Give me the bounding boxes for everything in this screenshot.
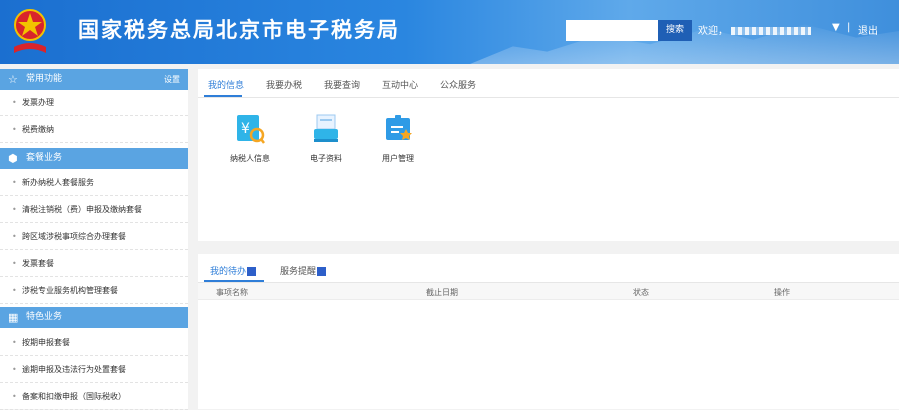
sidebar-section-label: 套餐业务 <box>26 153 63 163</box>
todo-panel: 我的待办 服务提醒 事项名称 截止日期 状态 操作 <box>198 254 899 409</box>
sidebar-item-label: 发票办理 <box>22 98 54 107</box>
sidebar-section-label: 特色业务 <box>26 312 63 322</box>
tab-tax-handling[interactable]: 我要办税 <box>266 78 302 91</box>
sidebar-section-featured[interactable]: ▦ 特色业务 <box>0 307 188 328</box>
search-input[interactable] <box>566 20 658 41</box>
tab-label: 服务提醒 <box>280 267 317 277</box>
app-taxpayer-info[interactable]: ¥ 纳税人信息 <box>220 113 280 183</box>
sidebar-item[interactable]: • 备案和扣缴申报（国际税收） <box>0 384 188 410</box>
tab-query[interactable]: 我要查询 <box>324 78 360 91</box>
count-badge <box>247 267 257 276</box>
grid-icon: ▦ <box>8 311 19 324</box>
sidebar-section-label: 常用功能 <box>26 74 63 84</box>
cube-icon: ⬢ <box>8 152 18 165</box>
tab-public-service[interactable]: 公众服务 <box>440 78 476 91</box>
app-electronic-docs[interactable]: 电子资料 <box>296 113 356 183</box>
column-header: 事项名称 <box>216 288 248 297</box>
main-tabs: 我的信息 我要办税 我要查询 互动中心 公众服务 <box>198 69 899 98</box>
sidebar-item[interactable]: • 涉税专业服务机构管理套餐 <box>0 278 188 304</box>
table-header: 事项名称 截止日期 状态 操作 <box>198 283 899 300</box>
search-button[interactable]: 搜索 <box>658 20 692 41</box>
active-tab-indicator <box>204 95 242 97</box>
bullet-icon: • <box>12 232 17 241</box>
user-management-icon <box>386 115 412 140</box>
sidebar-item-label: 备案和扣缴申报（国际税收） <box>22 392 126 401</box>
sidebar-item-label: 涉税专业服务机构管理套餐 <box>22 286 118 295</box>
app-label: 电子资料 <box>310 154 342 163</box>
sidebar-item[interactable]: • 发票套餐 <box>0 251 188 277</box>
sidebar-item[interactable]: • 跨区域涉税事项综合办理套餐 <box>0 224 188 250</box>
sidebar-section-common[interactable]: ☆ 常用功能 设置 <box>0 69 188 90</box>
sidebar-item[interactable]: • 清税注销税（费）申报及缴纳套餐 <box>0 197 188 223</box>
bullet-icon: • <box>12 125 17 134</box>
app-label: 用户管理 <box>382 154 414 163</box>
sidebar-section-packages[interactable]: ⬢ 套餐业务 <box>0 148 188 169</box>
column-header: 截止日期 <box>426 288 458 297</box>
sidebar-item-label: 发票套餐 <box>22 259 54 268</box>
sidebar-item-label: 按期申报套餐 <box>22 338 70 347</box>
tab-service-reminder[interactable]: 服务提醒 <box>280 264 327 277</box>
sidebar-item[interactable]: • 按期申报套餐 <box>0 330 188 356</box>
column-header: 状态 <box>633 288 649 297</box>
user-menu-dropdown[interactable]: ▼ <box>832 22 840 33</box>
sidebar-item[interactable]: • 逾期申报及违法行为处置套餐 <box>0 357 188 383</box>
taxpayer-info-icon: ¥ <box>237 115 265 144</box>
bullet-icon: • <box>12 98 17 107</box>
app-user-management[interactable]: 用户管理 <box>368 113 428 183</box>
site-header: 国家税务总局北京市电子税务局 搜索 欢迎， ▼ | 退出 <box>0 0 899 64</box>
sidebar-item[interactable]: • 新办纳税人套餐服务 <box>0 170 188 196</box>
sidebar-item[interactable]: • 发票办理 <box>0 90 188 116</box>
bullet-icon: • <box>12 338 17 347</box>
welcome-message: 欢迎， <box>698 22 811 37</box>
tab-label: 我的待办 <box>210 267 247 277</box>
tab-my-info[interactable]: 我的信息 <box>208 78 244 91</box>
tab-interaction-center[interactable]: 互动中心 <box>382 78 418 91</box>
sidebar: ☆ 常用功能 设置 • 发票办理 • 税费缴纳 ⬢ 套餐业务 • 新办纳税人套餐… <box>0 69 188 410</box>
sidebar-item-label: 逾期申报及违法行为处置套餐 <box>22 365 126 374</box>
bullet-icon: • <box>12 259 17 268</box>
logout-link[interactable]: 退出 <box>858 22 878 37</box>
sidebar-item-label: 新办纳税人套餐服务 <box>22 178 94 187</box>
header-separator: | <box>847 22 851 33</box>
tab-my-todo[interactable]: 我的待办 <box>210 264 257 277</box>
settings-link[interactable]: 设置 <box>164 69 180 90</box>
sidebar-item[interactable]: • 税费缴纳 <box>0 117 188 143</box>
bullet-icon: • <box>12 178 17 187</box>
bullet-icon: • <box>12 205 17 214</box>
electronic-docs-icon <box>314 114 338 142</box>
column-header: 操作 <box>774 288 790 297</box>
sidebar-item-label: 税费缴纳 <box>22 125 54 134</box>
bullet-icon: • <box>12 286 17 295</box>
masked-username <box>731 27 811 35</box>
bullet-icon: • <box>12 365 17 374</box>
count-badge <box>317 267 327 276</box>
sidebar-item-label: 跨区域涉税事项综合办理套餐 <box>22 232 126 241</box>
my-info-panel: 我的信息 我要办税 我要查询 互动中心 公众服务 ¥ 纳税人信息 电子资料 用户… <box>198 69 899 241</box>
sidebar-item-label: 清税注销税（费）申报及缴纳套餐 <box>22 205 142 214</box>
site-title: 国家税务总局北京市电子税务局 <box>78 18 400 42</box>
welcome-label: 欢迎， <box>698 26 728 37</box>
tax-emblem-icon <box>14 9 46 53</box>
star-outline-icon: ☆ <box>8 73 18 86</box>
app-label: 纳税人信息 <box>230 154 270 163</box>
svg-text:¥: ¥ <box>241 121 250 137</box>
bullet-icon: • <box>12 392 17 401</box>
